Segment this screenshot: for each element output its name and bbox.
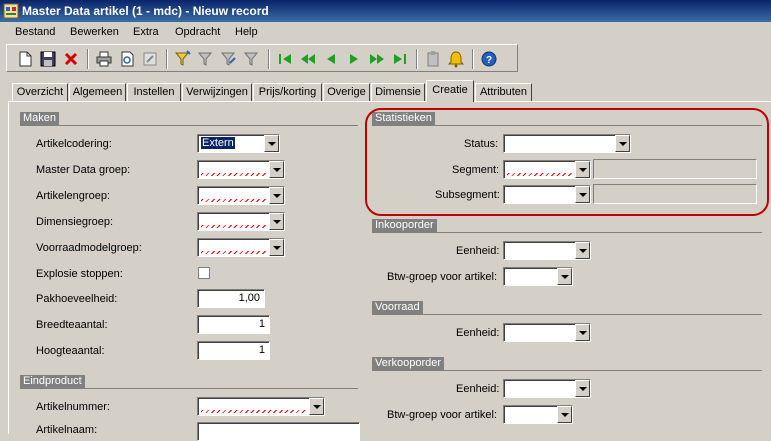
chevron-down-icon[interactable] bbox=[269, 187, 284, 204]
menu-extra[interactable]: Extra bbox=[133, 26, 159, 38]
voorraadmodelgroep-label: Voorraadmodelgroep: bbox=[36, 242, 142, 254]
inkoop-eenheid-label: Eenheid: bbox=[456, 245, 500, 257]
svg-text:?: ? bbox=[486, 55, 492, 66]
artikelcodering-select[interactable]: Extern bbox=[197, 134, 280, 153]
last-record-icon[interactable] bbox=[390, 49, 410, 69]
filter-icon[interactable] bbox=[173, 49, 193, 69]
tab-attributen[interactable]: Attributen bbox=[475, 83, 532, 101]
artikelnummer-select[interactable] bbox=[197, 397, 325, 416]
tab-overige[interactable]: Overige bbox=[323, 83, 370, 101]
menu-opdracht[interactable]: Opdracht bbox=[175, 26, 220, 38]
alert-icon[interactable] bbox=[446, 49, 466, 69]
group-inkooporder: Inkooporder bbox=[372, 219, 762, 233]
chevron-down-icon[interactable] bbox=[557, 406, 572, 423]
artikelengroep-select[interactable] bbox=[197, 186, 285, 205]
group-header-eindproduct: Eindproduct bbox=[20, 375, 85, 388]
tab-creatie[interactable]: Creatie bbox=[426, 80, 474, 102]
hoogteaantal-input[interactable]: 1 bbox=[197, 341, 270, 360]
chevron-down-icon[interactable] bbox=[269, 213, 284, 230]
attachment-icon[interactable] bbox=[423, 49, 443, 69]
new-icon[interactable] bbox=[15, 49, 35, 69]
hoogteaantal-label: Hoogteaantal: bbox=[36, 345, 105, 357]
artikelnummer-label: Artikelnummer: bbox=[36, 401, 110, 413]
group-maken: Maken bbox=[20, 112, 358, 126]
help-icon[interactable]: ? bbox=[479, 49, 499, 69]
chevron-down-icon[interactable] bbox=[309, 398, 324, 415]
chevron-down-icon[interactable] bbox=[575, 242, 590, 259]
highlight-annotation bbox=[365, 108, 769, 216]
tab-algemeen[interactable]: Algemeen bbox=[69, 83, 126, 101]
tab-dimensie[interactable]: Dimensie bbox=[371, 83, 425, 101]
verkoop-eenheid-label: Eenheid: bbox=[456, 383, 500, 395]
remove-filter-icon[interactable] bbox=[242, 49, 262, 69]
app-icon bbox=[3, 3, 19, 19]
chevron-down-icon[interactable] bbox=[269, 239, 284, 256]
artikelnaam-input[interactable] bbox=[197, 422, 360, 441]
artikelcodering-value: Extern bbox=[201, 137, 235, 149]
print-preview-icon[interactable] bbox=[117, 49, 137, 69]
artikelcodering-label: Artikelcodering: bbox=[36, 138, 112, 150]
next-page-icon[interactable] bbox=[367, 49, 387, 69]
group-eindproduct: Eindproduct bbox=[20, 375, 358, 389]
print-icon[interactable] bbox=[94, 49, 114, 69]
group-header-voorraad: Voorraad bbox=[372, 301, 423, 314]
verkoop-eenheid-select[interactable] bbox=[503, 379, 591, 398]
dimensiegroep-label: Dimensiegroep: bbox=[36, 216, 114, 228]
menu-bestand[interactable]: Bestand bbox=[15, 26, 55, 38]
first-record-icon[interactable] bbox=[275, 49, 295, 69]
inkoop-btw-label: Btw-groep voor artikel: bbox=[387, 271, 498, 283]
filter-selection-icon[interactable] bbox=[196, 49, 216, 69]
explosie-stoppen-checkbox[interactable] bbox=[198, 267, 210, 279]
pakhoeveelheid-input[interactable]: 1,00 bbox=[197, 289, 265, 308]
group-header-inkooporder: Inkooporder bbox=[372, 219, 437, 232]
chevron-down-icon[interactable] bbox=[264, 135, 279, 152]
group-header-maken: Maken bbox=[20, 112, 60, 125]
chevron-down-icon[interactable] bbox=[269, 161, 284, 178]
next-record-icon[interactable] bbox=[344, 49, 364, 69]
verkoop-btw-label: Btw-groep voor artikel: bbox=[387, 409, 498, 421]
chevron-down-icon[interactable] bbox=[557, 268, 572, 285]
group-header-verkooporder: Verkooporder bbox=[372, 357, 445, 370]
previous-record-icon[interactable] bbox=[321, 49, 341, 69]
breedteaantal-label: Breedteaantal: bbox=[36, 319, 108, 331]
artikelnaam-label: Artikelnaam: bbox=[36, 424, 98, 436]
tab-overzicht[interactable]: Overzicht bbox=[12, 83, 68, 101]
voorraad-eenheid-select[interactable] bbox=[503, 323, 591, 342]
tab-verwijzingen[interactable]: Verwijzingen bbox=[182, 83, 252, 101]
window-title: Master Data artikel (1 - mdc) - Nieuw re… bbox=[22, 4, 269, 18]
previous-page-icon[interactable] bbox=[298, 49, 318, 69]
properties-icon[interactable] bbox=[140, 49, 160, 69]
breedteaantal-value: 1 bbox=[258, 318, 265, 330]
voorraad-eenheid-label: Eenheid: bbox=[456, 327, 500, 339]
tab-strip: Overzicht Algemeen Instellen Verwijzinge… bbox=[0, 80, 771, 102]
toolbar: ? bbox=[6, 44, 518, 72]
group-verkooporder: Verkooporder bbox=[372, 357, 762, 371]
voorraadmodelgroep-select[interactable] bbox=[197, 238, 285, 257]
menu-bar: Bestand Bewerken Extra Opdracht Help bbox=[0, 22, 771, 42]
delete-icon[interactable] bbox=[61, 49, 81, 69]
verkoop-btw-select[interactable] bbox=[503, 405, 573, 424]
chevron-down-icon[interactable] bbox=[575, 324, 590, 341]
title-bar: Master Data artikel (1 - mdc) - Nieuw re… bbox=[0, 0, 771, 22]
pakhoeveelheid-label: Pakhoeveelheid: bbox=[36, 293, 118, 305]
master-data-groep-select[interactable] bbox=[197, 160, 285, 179]
inkoop-eenheid-select[interactable] bbox=[503, 241, 591, 260]
inkoop-btw-select[interactable] bbox=[503, 267, 573, 286]
artikelengroep-label: Artikelengroep: bbox=[36, 190, 110, 202]
tab-instellen[interactable]: Instellen bbox=[127, 83, 181, 101]
master-data-groep-label: Master Data groep: bbox=[36, 164, 131, 176]
dimensiegroep-select[interactable] bbox=[197, 212, 285, 231]
chevron-down-icon[interactable] bbox=[575, 380, 590, 397]
advanced-filter-icon[interactable] bbox=[219, 49, 239, 69]
menu-bewerken[interactable]: Bewerken bbox=[70, 26, 119, 38]
save-icon[interactable] bbox=[38, 49, 58, 69]
explosie-stoppen-label: Explosie stoppen: bbox=[36, 268, 123, 280]
tab-prijs-korting[interactable]: Prijs/korting bbox=[253, 83, 322, 101]
group-voorraad: Voorraad bbox=[372, 301, 762, 315]
pakhoeveelheid-value: 1,00 bbox=[238, 292, 260, 304]
hoogteaantal-value: 1 bbox=[258, 344, 265, 356]
breedteaantal-input[interactable]: 1 bbox=[197, 315, 270, 334]
menu-help[interactable]: Help bbox=[235, 26, 258, 38]
